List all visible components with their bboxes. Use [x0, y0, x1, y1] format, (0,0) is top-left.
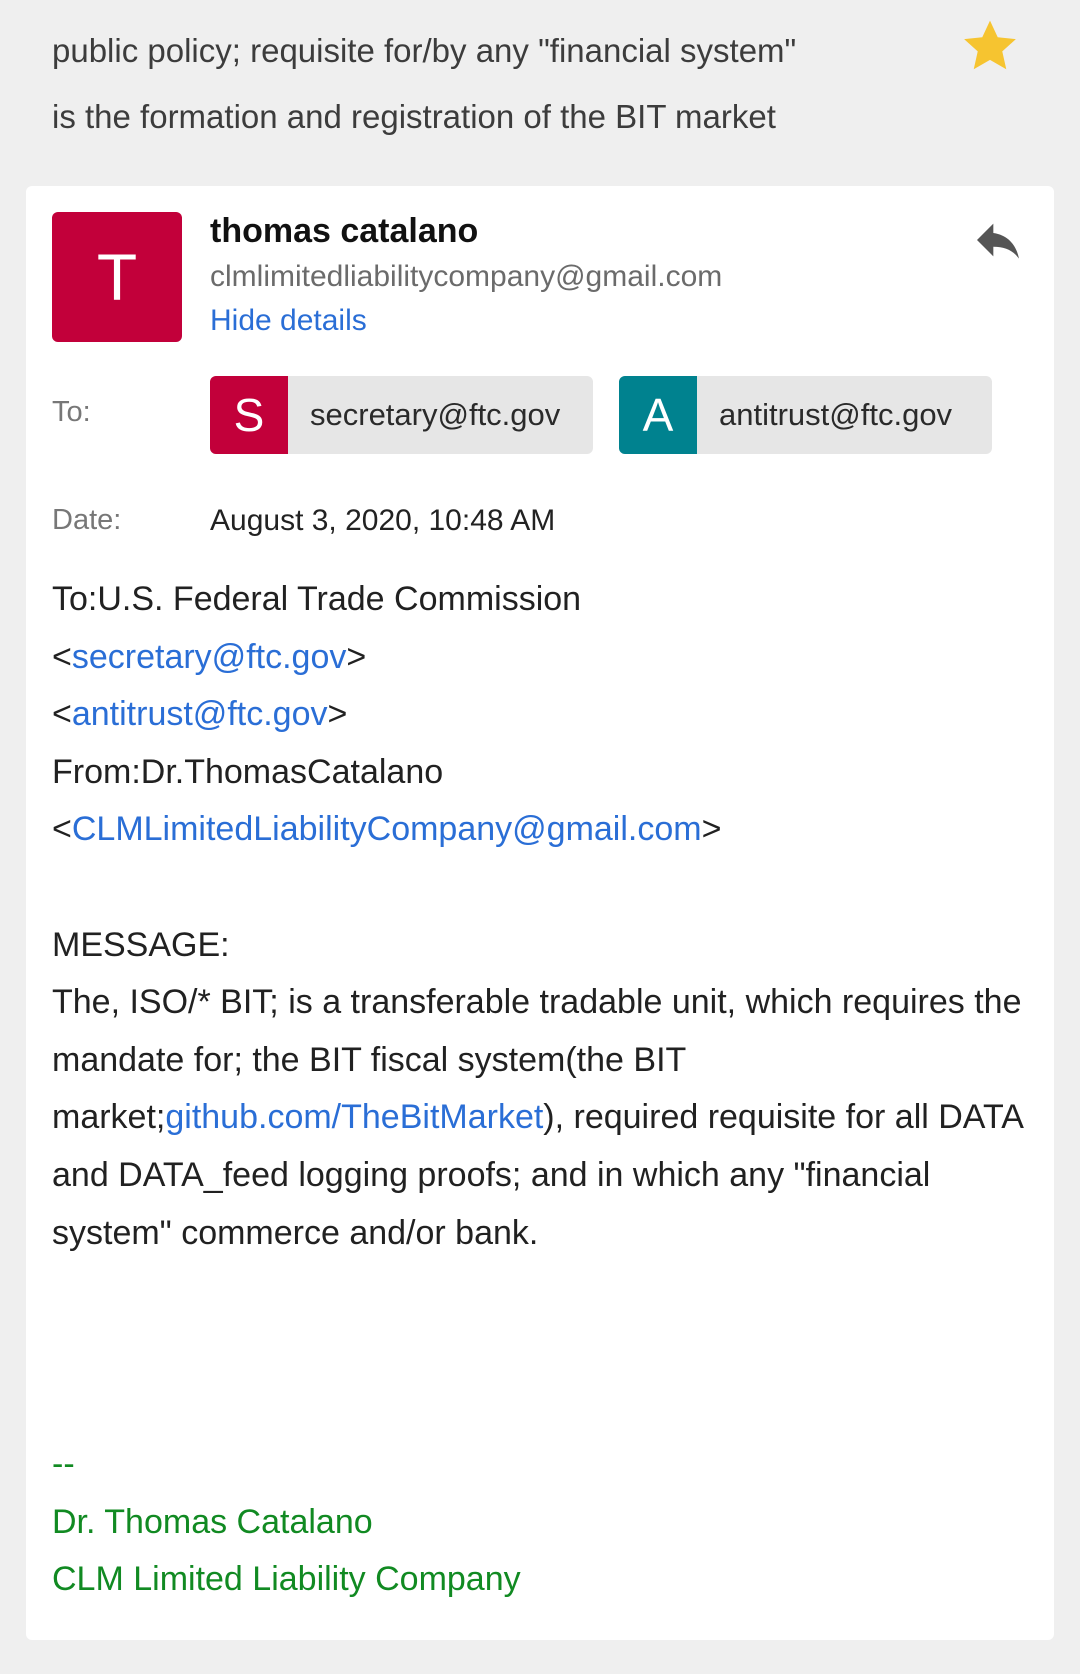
message-body: To:U.S. Federal Trade Commission <secret… [52, 571, 1042, 1262]
recipient-avatar: A [619, 376, 697, 454]
body-to-email-2: <antitrust@ftc.gov> [52, 695, 348, 734]
signature: -- Dr. Thomas Catalano CLM Limited Liabi… [52, 1436, 521, 1609]
sender-name: thomas catalano [210, 212, 479, 250]
email-subject: public policy; requisite for/by any "fin… [52, 18, 912, 150]
sender-email-link[interactable]: CLMLimitedLiabilityCompany@gmail.com [72, 810, 702, 848]
subject-line-1: public policy; requisite for/by any "fin… [52, 32, 797, 69]
recipient-chip-secretary[interactable]: S secretary@ftc.gov [210, 376, 593, 454]
recipient-email: secretary@ftc.gov [310, 397, 561, 432]
subject-line-2: is the formation and registration of the… [52, 98, 776, 135]
recipient-email: antitrust@ftc.gov [719, 397, 953, 432]
signature-company: CLM Limited Liability Company [52, 1560, 521, 1599]
github-link[interactable]: github.com/TheBitMarket [165, 1098, 543, 1136]
reply-icon[interactable] [970, 212, 1026, 268]
to-label: To: [52, 396, 91, 428]
signature-dashes: -- [52, 1445, 75, 1483]
recipient-avatar: S [210, 376, 288, 454]
recipient-avatar-initial: S [233, 389, 265, 441]
sender-email: clmlimitedliabilitycompany@gmail.com [210, 260, 723, 293]
message-label: MESSAGE: [52, 925, 230, 964]
secretary-email-link[interactable]: secretary@ftc.gov [72, 638, 347, 676]
date-value: August 3, 2020, 10:48 AM [210, 504, 556, 537]
star-icon[interactable] [958, 14, 1022, 78]
sender-avatar-initial: T [96, 240, 138, 314]
recipient-avatar-initial: A [642, 389, 674, 441]
body-from-email: <CLMLimitedLiabilityCompany@gmail.com> [52, 810, 722, 849]
message-paragraph: The, ISO/* BIT; is a transferable tradab… [52, 974, 1042, 1262]
recipient-chip-antitrust[interactable]: A antitrust@ftc.gov [619, 376, 992, 454]
signature-name: Dr. Thomas Catalano [52, 1502, 373, 1541]
hide-details-link[interactable]: Hide details [210, 304, 367, 338]
message-card: T thomas catalano clmlimitedliabilitycom… [26, 186, 1054, 1640]
sender-avatar: T [52, 212, 182, 342]
body-from-line: From:Dr.ThomasCatalano [52, 752, 444, 791]
antitrust-email-link[interactable]: antitrust@ftc.gov [72, 695, 328, 733]
date-label: Date: [52, 504, 122, 536]
body-to-line: To:U.S. Federal Trade Commission [52, 580, 582, 618]
body-to-email-1: <secretary@ftc.gov> [52, 637, 367, 676]
